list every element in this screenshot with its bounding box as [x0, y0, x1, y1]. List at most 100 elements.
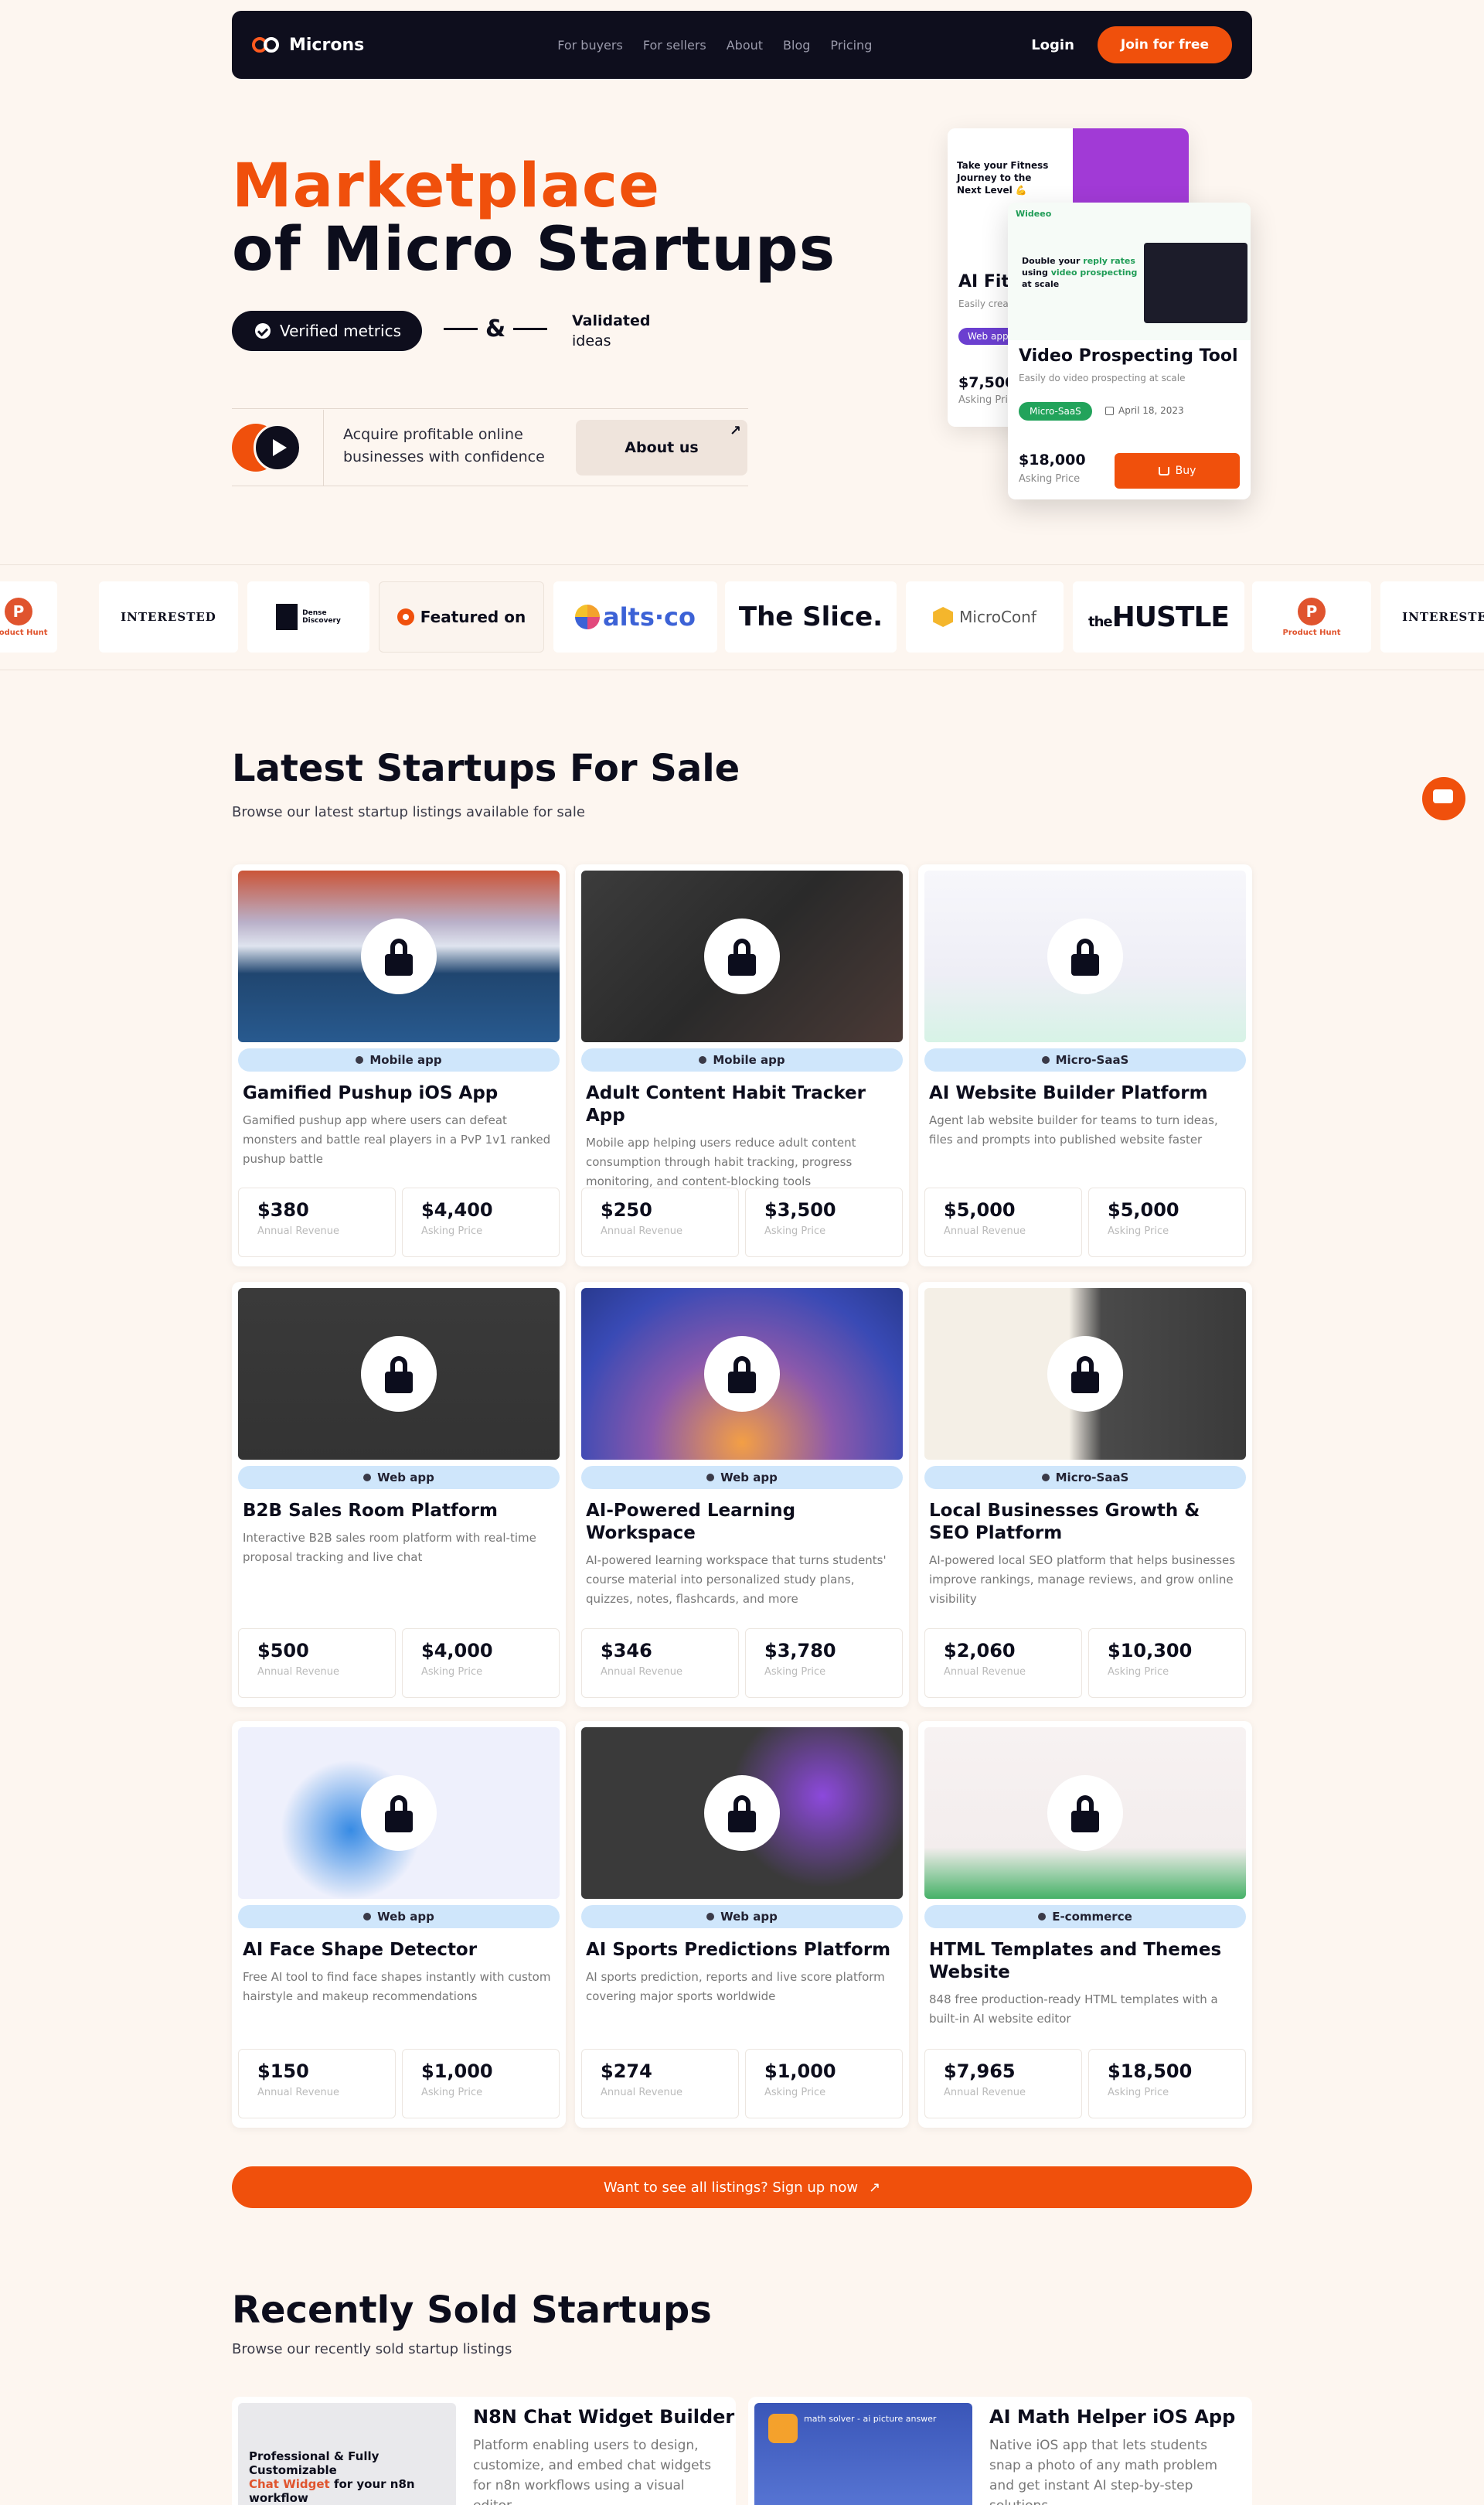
listing-screenshot: Professional & Fully Customizable Chat Wi… — [238, 2403, 456, 2505]
play-video-button[interactable] — [232, 424, 301, 472]
interested-label: INTERESTED — [121, 610, 216, 624]
logo-product-hunt-2: P Product Hunt — [1252, 581, 1371, 653]
about-us-label: About us — [625, 439, 699, 456]
lock-icon — [704, 1336, 780, 1412]
category-tag: Micro-SaaS — [1019, 402, 1092, 421]
shield-check-icon — [255, 323, 271, 339]
category-dot — [706, 1913, 715, 1920]
asking-price-stat: $1,000 Asking Price — [402, 2049, 560, 2118]
ideas-label: ideas — [572, 332, 611, 349]
annual-revenue-value: $2,060 — [944, 1640, 1016, 1661]
annual-revenue-value: $380 — [257, 1199, 309, 1221]
login-link[interactable]: Login — [1031, 37, 1074, 53]
listing-stats: $274 Annual Revenue $1,000 Asking Price — [581, 2049, 903, 2118]
calendar-icon — [1105, 406, 1114, 415]
microconf-icon — [933, 607, 954, 627]
listing-description: Platform enabling users to design, custo… — [473, 2438, 712, 2505]
category-label: Mobile app — [713, 1053, 785, 1067]
alts-co-wordmark: alts·co — [574, 602, 696, 632]
strip-divider-top — [0, 564, 1484, 565]
ampersand-connector: & — [444, 315, 548, 343]
category-dot — [699, 1056, 707, 1064]
category-label: Web app — [377, 1471, 434, 1484]
annual-revenue-label: Annual Revenue — [257, 1225, 339, 1237]
lock-icon — [361, 1336, 437, 1412]
category-label: Mobile app — [369, 1053, 442, 1067]
lock-icon — [361, 918, 437, 994]
buy-button[interactable]: Buy — [1115, 453, 1240, 489]
nav-link-for-buyers[interactable]: For buyers — [557, 38, 623, 53]
alts-co-icon — [574, 605, 600, 629]
listing-description: AI sports prediction, reports and live s… — [586, 1970, 885, 2003]
screenshot-headline: Professional & Fully Customizable Chat Wi… — [249, 2449, 450, 2505]
category-badge: Mobile app — [581, 1048, 903, 1072]
signup-cta-label: Want to see all listings? Sign up now — [603, 2179, 859, 2196]
hero-title-line2: of Micro Startups — [232, 215, 836, 285]
annual-revenue-stat: $250 Annual Revenue — [581, 1188, 739, 1257]
chat-bubble-button[interactable] — [1422, 777, 1465, 820]
hero-title: Marketplace of Micro Startups — [232, 155, 836, 281]
listing-card[interactable]: Web app AI Sports Predictions Platform A… — [575, 1721, 909, 2128]
nav-link-blog[interactable]: Blog — [783, 38, 810, 53]
listing-card[interactable]: Micro-SaaS Local Businesses Growth & SEO… — [918, 1282, 1252, 1707]
screenshot-headline: math solver - ai picture answer — [804, 2414, 937, 2424]
annual-revenue-value: $500 — [257, 1640, 309, 1661]
listing-description: Mobile app helping users reduce adult co… — [586, 1136, 856, 1188]
buy-label: Buy — [1175, 465, 1196, 477]
category-badge: Mobile app — [238, 1048, 560, 1072]
headline-part: at scale — [1022, 279, 1060, 289]
listing-card[interactable]: Mobile app Adult Content Habit Tracker A… — [575, 864, 909, 1266]
asking-price-stat: $5,000 Asking Price — [1088, 1188, 1246, 1257]
listing-description: AI-powered learning workspace that turns… — [586, 1553, 887, 1606]
hustle-the: the — [1087, 613, 1113, 630]
hero-title-line1: Marketplace — [232, 152, 661, 221]
asking-price-label: Asking Price — [421, 2087, 483, 2098]
signup-cta-button[interactable]: Want to see all listings? Sign up now ↗ — [232, 2166, 1252, 2208]
listing-title: B2B Sales Room Platform — [243, 1501, 498, 1521]
sold-section-subtitle: Browse our recently sold startup listing… — [232, 2341, 512, 2357]
verified-metrics-badge: Verified metrics — [232, 311, 422, 351]
join-button[interactable]: Join for free — [1097, 26, 1232, 63]
listing-screenshot-blurred — [238, 1727, 560, 1899]
asking-price-stat: $18,500 Asking Price — [1088, 2049, 1246, 2118]
listing-description: Native iOS app that lets students snap a… — [989, 2438, 1218, 2505]
listing-card[interactable]: Web app AI-Powered Learning Workspace AI… — [575, 1282, 909, 1707]
latest-section-subtitle: Browse our latest startup listings avail… — [232, 804, 585, 820]
annual-revenue-label: Annual Revenue — [257, 1666, 339, 1678]
nav-link-for-sellers[interactable]: For sellers — [643, 38, 706, 53]
brand-logo[interactable]: Microns — [252, 36, 364, 55]
listing-card[interactable]: Mobile app Gamified Pushup iOS App Gamif… — [232, 864, 566, 1266]
listing-card[interactable]: Web app AI Face Shape Detector Free AI t… — [232, 1721, 566, 2128]
category-label: Micro-SaaS — [1055, 1053, 1129, 1067]
listing-description: Interactive B2B sales room platform with… — [243, 1531, 536, 1564]
category-dot — [706, 1474, 715, 1481]
screenshot-brand: Wideeo — [1016, 209, 1052, 219]
listing-card[interactable]: Web app B2B Sales Room Platform Interact… — [232, 1282, 566, 1707]
validated-label: Validated — [572, 312, 651, 329]
about-us-button[interactable]: About us ↗ — [576, 420, 747, 475]
listing-card[interactable]: Micro-SaaS AI Website Builder Platform A… — [918, 864, 1252, 1266]
sold-listing-card[interactable]: Professional & Fully Customizable Chat Wi… — [232, 2397, 736, 2505]
asking-price-stat: $3,500 Asking Price — [745, 1188, 903, 1257]
dense-line2: Discovery — [302, 617, 341, 625]
annual-revenue-label: Annual Revenue — [601, 2087, 682, 2098]
asking-price-label: Asking Price — [421, 1666, 483, 1678]
listing-title: Adult Content Habit Tracker App — [586, 1083, 866, 1126]
listing-title: N8N Chat Widget Builder — [473, 2406, 735, 2428]
dense-discovery-icon — [276, 604, 298, 630]
sold-listing-card[interactable]: math solver - ai picture answer AI Math … — [748, 2397, 1252, 2505]
nav-link-pricing[interactable]: Pricing — [830, 38, 872, 53]
category-badge: Web app — [581, 1905, 903, 1928]
screenshot-headline: Take your Fitness Journey to the Next Le… — [957, 160, 1049, 196]
listing-title: HTML Templates and Themes Website — [929, 1940, 1222, 1982]
listing-card[interactable]: E-commerce HTML Templates and Themes Web… — [918, 1721, 1252, 2128]
hero-listing-card-front[interactable]: Wideeo Double your reply rates using vid… — [1008, 203, 1251, 499]
listing-screenshot: Wideeo Double your reply rates using vid… — [1008, 203, 1251, 340]
nav-link-about[interactable]: About — [727, 38, 763, 53]
annual-revenue-value: $346 — [601, 1640, 652, 1661]
asking-price-stat: $1,000 Asking Price — [745, 2049, 903, 2118]
category-dot — [1041, 1056, 1050, 1064]
lock-icon — [361, 1775, 437, 1851]
arrow-up-right-icon: ↗ — [729, 423, 741, 439]
listing-stats: $500 Annual Revenue $4,000 Asking Price — [238, 1628, 560, 1698]
